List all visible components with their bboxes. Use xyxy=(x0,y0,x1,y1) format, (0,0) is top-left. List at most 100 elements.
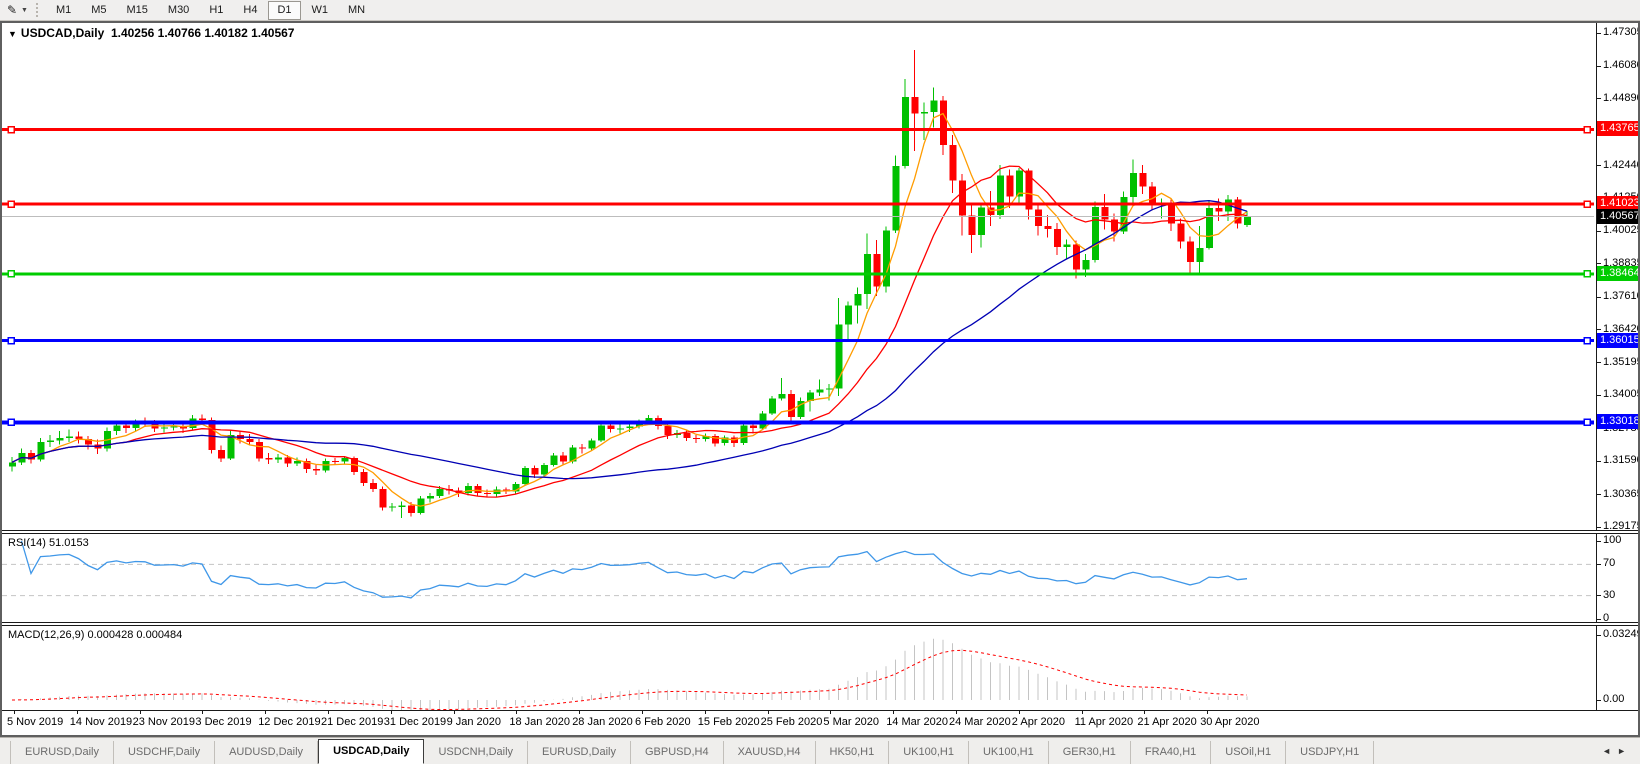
candle-body xyxy=(1054,229,1061,247)
candle-body xyxy=(1064,244,1071,247)
chart-tab-usoil-h1[interactable]: USOil,H1 xyxy=(1211,741,1286,764)
candle-body xyxy=(66,436,73,437)
date-tick-mark xyxy=(1144,711,1145,714)
price-tick-label: 1.37610 xyxy=(1603,290,1640,302)
chart-tab-eurusd-daily[interactable]: EURUSD,Daily xyxy=(10,741,114,764)
rsi-tick-label: 30 xyxy=(1603,589,1615,601)
timeframe-button-m1[interactable]: M1 xyxy=(47,1,80,20)
candle-body xyxy=(1178,223,1185,241)
chart-tab-audusd-daily[interactable]: AUDUSD,Daily xyxy=(215,741,318,764)
chart-tab-fra40-h1[interactable]: FRA40,H1 xyxy=(1131,741,1211,764)
timeframe-button-m5[interactable]: M5 xyxy=(82,1,115,20)
candle-body xyxy=(38,442,45,460)
candle-body xyxy=(114,426,121,431)
date-tick-label: 23 Nov 2019 xyxy=(133,716,195,728)
level-price-badge: 1.33018 xyxy=(1597,414,1640,429)
tab-scroll-right-icon[interactable]: ► xyxy=(1617,746,1632,756)
price-tick-label: 1.44890 xyxy=(1603,92,1640,104)
timeframe-button-m30[interactable]: M30 xyxy=(159,1,198,20)
tab-scroll-left-icon[interactable]: ◄ xyxy=(1602,746,1617,756)
chart-tab-bar: EURUSD,DailyUSDCHF,DailyAUDUSD,DailyUSDC… xyxy=(0,737,1640,764)
level-price-badge: 1.36015 xyxy=(1597,333,1640,348)
macd-indicator-canvas[interactable] xyxy=(2,626,1594,710)
candle-body xyxy=(1197,248,1204,262)
chart-tab-ger30-h1[interactable]: GER30,H1 xyxy=(1049,741,1131,764)
draw-tool-icon[interactable]: ✎ xyxy=(4,2,20,18)
candle-body xyxy=(209,420,216,450)
timeframe-button-w1[interactable]: W1 xyxy=(303,1,338,20)
chart-collapse-icon[interactable]: ▼ xyxy=(8,29,17,39)
chart-tab-xauusd-h4[interactable]: XAUUSD,H4 xyxy=(724,741,816,764)
chart-tab-usdjpy-h1[interactable]: USDJPY,H1 xyxy=(1286,741,1374,764)
candle-body xyxy=(693,438,700,439)
date-tick-mark xyxy=(705,711,706,714)
tab-scroll-arrows: ◄► xyxy=(1602,746,1632,756)
candle-body xyxy=(826,389,833,390)
panel-splitter-macd[interactable] xyxy=(0,622,1640,626)
candle-body xyxy=(855,294,862,305)
candle-body xyxy=(1244,217,1251,226)
timeframe-button-h1[interactable]: H1 xyxy=(200,1,232,20)
macd-tick-label: 0.00 xyxy=(1603,693,1624,705)
line-handle xyxy=(8,127,14,133)
date-tick-label: 24 Mar 2020 xyxy=(949,716,1011,728)
candle-body xyxy=(427,496,434,499)
candle-body xyxy=(228,435,235,458)
timeframe-button-h4[interactable]: H4 xyxy=(234,1,266,20)
chart-tab-gbpusd-h4[interactable]: GBPUSD,H4 xyxy=(631,741,724,764)
date-tick-label: 12 Dec 2019 xyxy=(258,716,320,728)
rsi-indicator-canvas[interactable] xyxy=(2,534,1594,622)
chart-tab-uk100-h1[interactable]: UK100,H1 xyxy=(889,741,969,764)
chart-tab-eurusd-daily[interactable]: EURUSD,Daily xyxy=(528,741,631,764)
chart-tab-uk100-h1[interactable]: UK100,H1 xyxy=(969,741,1049,764)
tool-dropdown-arrow-icon[interactable]: ▼ xyxy=(21,7,28,14)
candle-body xyxy=(408,505,415,512)
candle-body xyxy=(370,483,377,489)
mt4-window: ✎ ▼ M1M5M15M30H1H4D1W1MN ▼ USDCAD,Daily 1… xyxy=(0,0,1640,764)
line-handle xyxy=(1584,271,1590,277)
candle-body xyxy=(275,458,282,460)
candle-body xyxy=(380,489,387,508)
line-handle xyxy=(8,271,14,277)
chart-tab-hk50-h1[interactable]: HK50,H1 xyxy=(816,741,890,764)
candle-body xyxy=(541,465,548,475)
date-tick-label: 3 Dec 2019 xyxy=(195,716,251,728)
price-chart-canvas[interactable] xyxy=(2,23,1594,530)
candle-body xyxy=(437,489,444,496)
timeframe-button-m15[interactable]: M15 xyxy=(118,1,157,20)
candle-body xyxy=(199,419,206,420)
candle-body xyxy=(779,394,786,398)
panel-splitter-rsi[interactable] xyxy=(0,530,1640,534)
date-tick-label: 30 Apr 2020 xyxy=(1200,716,1259,728)
price-tick-label: 1.46080 xyxy=(1603,59,1640,71)
line-handle xyxy=(8,338,14,344)
chart-symbol-label: USDCAD,Daily xyxy=(21,26,104,40)
candle-body xyxy=(1007,175,1014,196)
timeframe-button-mn[interactable]: MN xyxy=(339,1,374,20)
candle-body xyxy=(494,490,501,495)
chart-tab-usdcad-daily[interactable]: USDCAD,Daily xyxy=(318,739,424,764)
candle-body xyxy=(1140,173,1147,186)
date-tick-label: 5 Mar 2020 xyxy=(823,716,879,728)
level-price-badge: 1.43765 xyxy=(1597,121,1640,136)
date-tick-mark xyxy=(14,711,15,714)
level-price-badge: 1.38464 xyxy=(1597,266,1640,281)
price-tick-label: 1.34005 xyxy=(1603,388,1640,400)
candle-body xyxy=(399,505,406,506)
chart-tab-usdchf-daily[interactable]: USDCHF,Daily xyxy=(114,741,215,764)
timeframe-button-d1[interactable]: D1 xyxy=(268,1,300,20)
date-tick-label: 28 Jan 2020 xyxy=(572,716,633,728)
date-tick-label: 11 Apr 2020 xyxy=(1075,716,1134,728)
candle-body xyxy=(665,426,672,435)
date-tick-mark xyxy=(642,711,643,714)
candle-body xyxy=(1035,210,1042,226)
candle-body xyxy=(47,441,54,442)
chart-tab-usdcnh-daily[interactable]: USDCNH,Daily xyxy=(424,741,528,764)
candle-body xyxy=(893,166,900,231)
date-tick-mark xyxy=(893,711,894,714)
candle-body xyxy=(342,458,349,461)
macd-signal-line xyxy=(12,650,1247,709)
rsi-tick-label: 70 xyxy=(1603,557,1615,569)
candle-body xyxy=(9,462,16,466)
candle-body xyxy=(266,458,273,459)
